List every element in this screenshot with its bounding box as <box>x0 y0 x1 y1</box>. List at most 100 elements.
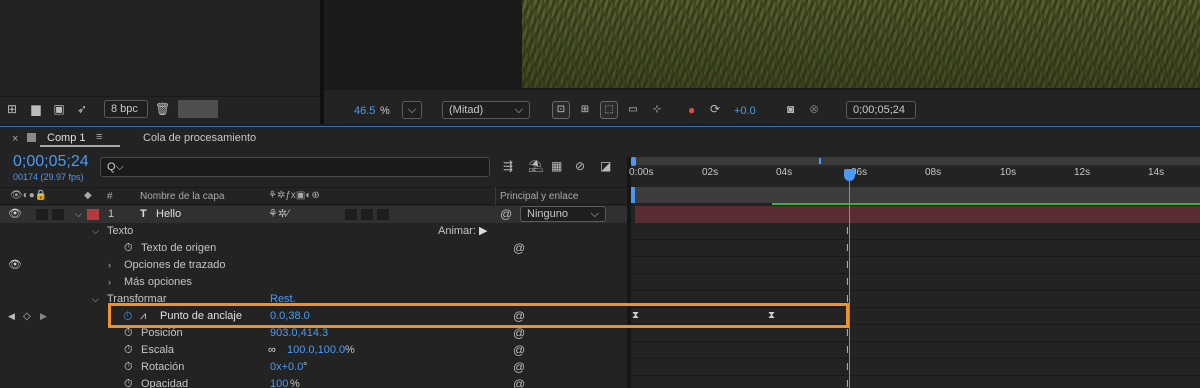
current-timecode[interactable]: 0;00;05;24 <box>13 153 89 171</box>
chevron-down-icon: ⌵ <box>590 208 599 220</box>
draft-3d-icon[interactable]: ⛱ <box>528 159 543 173</box>
label-header-icon: ◆ <box>84 190 92 201</box>
opacity-value[interactable]: 100 <box>270 376 288 388</box>
shy-layers-icon[interactable]: ▦ <box>551 159 562 173</box>
property-rotation[interactable]: ⏱ Rotación 0x+0.0 ° @ <box>0 359 627 376</box>
ruler-label: 0:00s <box>629 167 654 178</box>
rotation-value[interactable]: 0x+0.0 <box>270 359 303 376</box>
text-layer-icon: T <box>140 208 147 220</box>
search-input[interactable]: Q⌵ <box>100 157 490 177</box>
label-color[interactable] <box>87 209 99 220</box>
zoom-dropdown[interactable]: ⌵ <box>402 101 422 119</box>
region-icon[interactable]: ▭ <box>624 101 642 119</box>
mask-visibility-icon[interactable]: ⬚ <box>600 101 618 119</box>
viewer-image <box>522 0 1200 88</box>
navigator-start-handle[interactable] <box>631 157 636 166</box>
animate-menu[interactable]: Animar: <box>438 223 476 240</box>
graph-editor-icon[interactable]: ◪ <box>600 159 611 173</box>
composition-mini-flowchart-icon[interactable]: ⇶ <box>503 159 513 173</box>
property-opacity[interactable]: ⏱ Opacidad 100 % @ <box>0 376 627 388</box>
flowchart-icon[interactable]: ⊞ <box>4 101 20 117</box>
parent-dropdown[interactable]: Ninguno ⌵ <box>520 206 606 222</box>
expand-chevron-icon[interactable]: ⌵ <box>92 223 99 240</box>
stopwatch-icon[interactable]: ⏱ <box>124 240 133 257</box>
lock-switch[interactable] <box>52 209 64 220</box>
expand-chevron-icon[interactable]: ⌵ <box>75 206 82 223</box>
expression-pickwhip-icon[interactable]: @ <box>513 240 525 257</box>
time-navigator[interactable] <box>631 157 1200 167</box>
expression-pickwhip-icon[interactable]: @ <box>513 359 525 376</box>
resolution-dropdown[interactable]: (Mitad) ⌵ <box>442 101 530 119</box>
layer-duration-bar[interactable] <box>635 206 1200 223</box>
transparency-grid-icon[interactable]: ⊞ <box>576 101 594 119</box>
work-area-bar[interactable] <box>631 187 1200 203</box>
play-arrow-icon[interactable]: ▶ <box>479 223 487 240</box>
visibility-eye-icon[interactable]: 👁 <box>8 206 22 223</box>
stopwatch-icon[interactable]: ⏱ <box>124 376 133 388</box>
chevron-down-icon: ⌵ <box>407 104 417 116</box>
folder-icon[interactable]: ▆ <box>28 101 44 117</box>
playhead-handle[interactable] <box>844 169 855 181</box>
color-swatch[interactable] <box>178 100 218 118</box>
layer-switches-icon[interactable]: ⚘✲⁄ <box>268 206 289 223</box>
pickwhip-icon[interactable]: @ <box>500 206 512 223</box>
tab-comp[interactable]: Comp 1 <box>47 132 86 144</box>
frame-blending-icon[interactable]: ⊘ <box>575 159 585 173</box>
film-settings-icon[interactable]: ▣ <box>50 101 68 117</box>
stopwatch-icon[interactable]: ⏱ <box>124 342 133 359</box>
work-area-start[interactable] <box>631 187 635 203</box>
collapse-chevron-icon[interactable]: › <box>108 257 111 274</box>
av-features-header-icon: 👁◐●🔒 <box>10 190 48 201</box>
layer-name[interactable]: Hello <box>156 206 181 223</box>
property-scale[interactable]: ⏱ Escala ∞ 100.0,100.0 % @ <box>0 342 627 359</box>
expand-chevron-icon[interactable]: ⌵ <box>92 291 99 308</box>
trash-icon[interactable]: 🗑 <box>155 101 170 117</box>
viewer-timecode[interactable]: 0;00;05;24 <box>846 101 916 119</box>
camera-icon[interactable]: ◙ <box>787 102 794 116</box>
add-keyframe-icon[interactable]: ◇ <box>23 308 31 325</box>
switches-header-icon: ⚘✲ƒx▣◐⊕ <box>268 190 320 201</box>
scale-value[interactable]: 100.0,100.0 <box>287 342 345 359</box>
solo-switch[interactable] <box>36 209 48 220</box>
show-snapshot-icon[interactable]: ⊗ <box>809 102 819 116</box>
collapse-chevron-icon[interactable]: › <box>108 274 111 291</box>
timeline-panel: × Comp 1 ≡ Cola de procesamiento 0;00;05… <box>0 126 1200 388</box>
ruler-label: 02s <box>702 167 719 178</box>
close-tab-icon[interactable]: × <box>12 133 18 145</box>
tab-menu-icon[interactable]: ≡ <box>96 131 102 143</box>
highlight-box <box>108 303 849 328</box>
ruler-label: 04s <box>776 167 793 178</box>
comp-tab-swatch <box>27 133 36 142</box>
ruler-label: 14s <box>1148 167 1165 178</box>
fast-preview-icon[interactable]: ⊡ <box>552 101 570 119</box>
ruler-label: 12s <box>1074 167 1091 178</box>
zoom-value[interactable]: 46.5 <box>354 105 375 117</box>
column-layer-name[interactable]: Nombre de la capa <box>140 191 225 202</box>
layer-number: 1 <box>108 208 115 220</box>
layer-row[interactable]: 👁 ⌵ 1 T Hello ⚘✲⁄ @ Ninguno ⌵ <box>0 206 627 223</box>
expression-pickwhip-icon[interactable]: @ <box>513 376 525 388</box>
color-channels-icon[interactable]: ● <box>688 103 695 117</box>
prev-keyframe-icon[interactable]: ◀ <box>8 308 15 325</box>
chevron-down-icon: ⌵ <box>514 104 523 116</box>
stopwatch-icon[interactable]: ⏱ <box>124 359 133 376</box>
tab-render-queue[interactable]: Cola de procesamiento <box>143 132 256 144</box>
composition-viewer[interactable]: 46.5 % ⌵ (Mitad) ⌵ ⊡ ⊞ ⬚ ▭ ⊹ ● ⟳ +0.0 ◙ … <box>324 0 1200 124</box>
project-panel: ⊞ ▆ ▣ ➶ 8 bpc 🗑 <box>0 0 320 124</box>
color-management-icon[interactable]: ⟳ <box>710 102 720 116</box>
group-more-options[interactable]: › Más opciones <box>0 274 627 291</box>
group-texto[interactable]: ⌵ Texto Animar: ▶ <box>0 223 627 240</box>
render-icon[interactable]: ➶ <box>74 101 90 117</box>
constrain-proportions-icon[interactable]: ∞ <box>268 342 276 359</box>
next-keyframe-icon[interactable]: ▶ <box>40 308 47 325</box>
visibility-eye-icon[interactable]: 👁 <box>8 257 22 274</box>
zoom-unit: % <box>380 105 390 117</box>
property-source-text[interactable]: ⏱ Texto de origen @ <box>0 240 627 257</box>
group-path-options[interactable]: 👁 › Opciones de trazado <box>0 257 627 274</box>
expression-pickwhip-icon[interactable]: @ <box>513 342 525 359</box>
bpc-button[interactable]: 8 bpc <box>104 100 148 118</box>
guides-icon[interactable]: ⊹ <box>648 101 666 119</box>
exposure-value[interactable]: +0.0 <box>734 105 756 117</box>
ruler-label: 08s <box>925 167 942 178</box>
playhead-line[interactable] <box>849 174 850 388</box>
